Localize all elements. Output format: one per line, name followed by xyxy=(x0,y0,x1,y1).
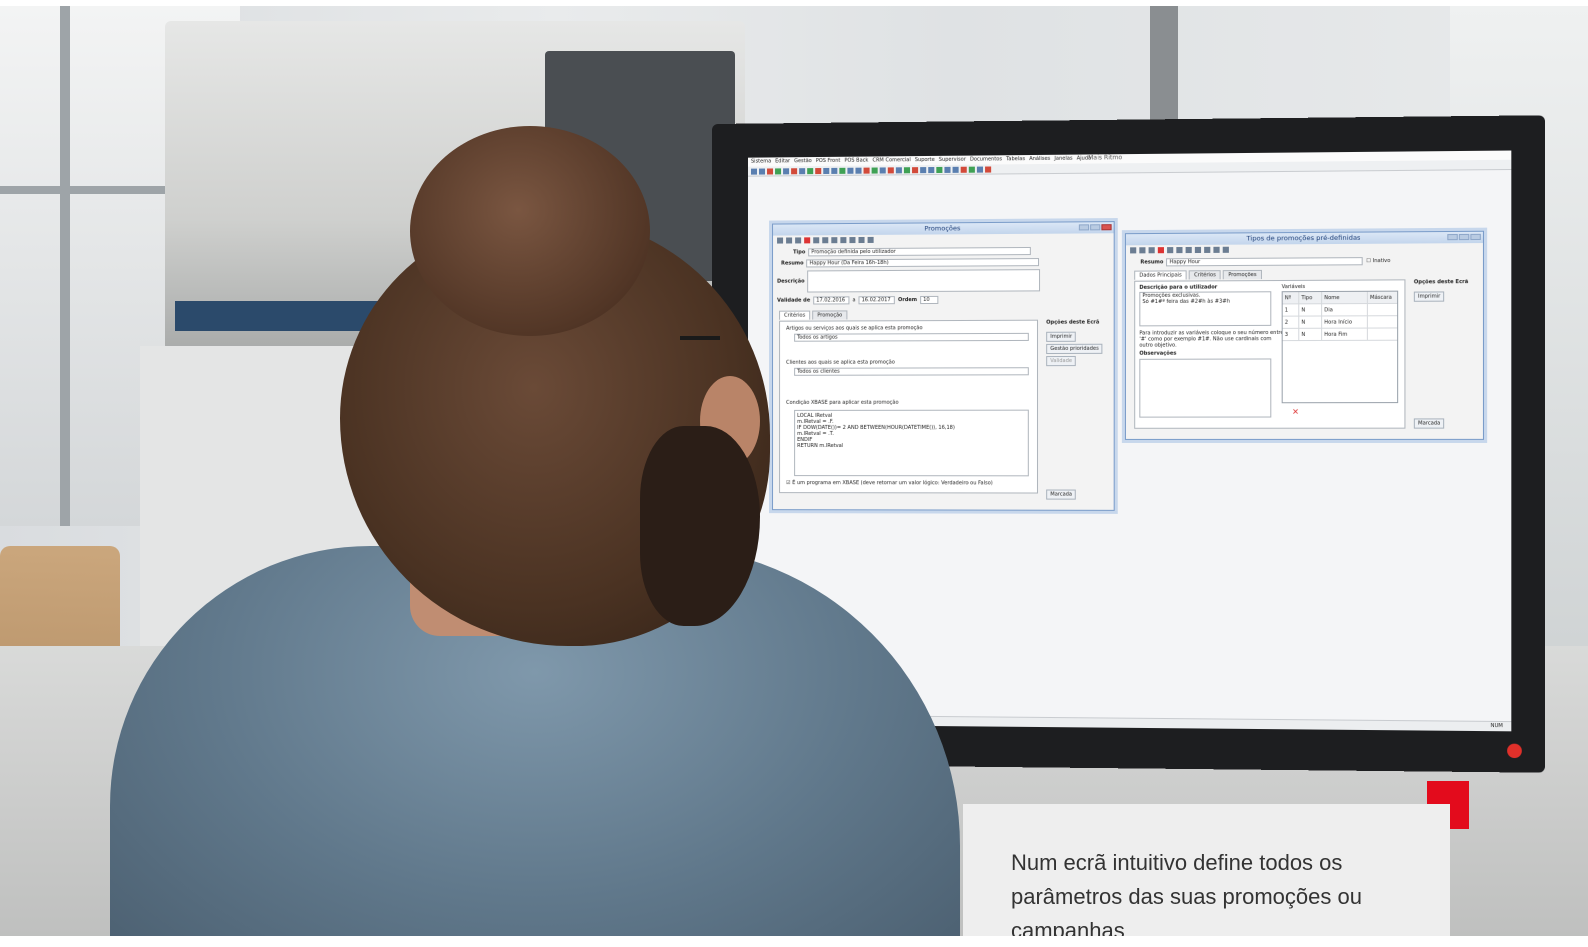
tipos-tabs: Dados Principais Critérios Promoções xyxy=(1134,269,1262,280)
power-led-icon xyxy=(1507,743,1522,759)
person xyxy=(80,126,980,936)
grid-header: Nº Tipo Nome Máscara xyxy=(1282,291,1398,305)
variaveis-help: Para introduzir as variáveis coloque o s… xyxy=(1139,329,1284,349)
tab-promocoes[interactable]: Promoções xyxy=(1223,269,1262,280)
dados-principais-panel: Descrição para o utilizador Promoções ex… xyxy=(1134,279,1406,429)
copy-icon[interactable] xyxy=(1148,247,1155,254)
refresh-icon[interactable] xyxy=(1222,246,1229,253)
close-icon[interactable] xyxy=(1470,233,1481,241)
window-title: Tipos de promoções pré-definidas xyxy=(1125,231,1483,246)
minimize-icon[interactable] xyxy=(1447,233,1458,241)
marcada-button[interactable]: Marcada xyxy=(1046,489,1077,500)
observacoes-label: Observações xyxy=(1139,350,1177,357)
list-icon[interactable] xyxy=(1167,247,1174,254)
table-row[interactable]: 3 N Hora Fim xyxy=(1282,328,1398,342)
close-icon[interactable] xyxy=(1101,224,1112,231)
descricao-label: Descrição para o utilizador xyxy=(1139,284,1218,291)
print-icon[interactable] xyxy=(1176,247,1183,254)
imprimir-button[interactable]: Imprimir xyxy=(1413,291,1445,302)
resumo-label: Resumo xyxy=(1140,259,1164,266)
prev-icon[interactable] xyxy=(1194,246,1202,254)
delete-row-icon[interactable]: ✕ xyxy=(1292,407,1299,416)
maximize-icon[interactable] xyxy=(1090,224,1101,231)
menu-item[interactable]: Análises xyxy=(1029,156,1050,163)
menu-item[interactable]: Tabelas xyxy=(1006,156,1025,163)
observacoes-textarea[interactable] xyxy=(1139,358,1272,418)
tipos-promocoes-window: Tipos de promoções pré-definidas Resumo … xyxy=(1124,230,1485,440)
resumo-input[interactable]: Happy Hour xyxy=(1166,257,1364,267)
bottom-strip xyxy=(0,936,1588,947)
num-lock-indicator: NUM xyxy=(1490,722,1503,730)
caption-text: Num ecrã intuitivo define todos os parâm… xyxy=(1011,850,1362,937)
toolbar-icon[interactable] xyxy=(985,166,992,173)
caption-card: Num ecrã intuitivo define todos os parâm… xyxy=(963,804,1450,937)
app-title: Mais Ritmo xyxy=(1088,154,1123,162)
first-icon[interactable] xyxy=(1185,246,1192,254)
variaveis-grid: Nº Tipo Nome Máscara 1 N Dia 2 N Hora In… xyxy=(1281,290,1399,404)
next-icon[interactable] xyxy=(1204,246,1211,253)
opcoes-label: Opções deste Ecrã xyxy=(1046,319,1100,326)
table-row[interactable]: 1 N Dia xyxy=(1282,303,1398,317)
validade-button[interactable]: Validade xyxy=(1046,355,1077,367)
maximize-icon[interactable] xyxy=(1458,233,1470,241)
variaveis-label: Variáveis xyxy=(1281,283,1306,291)
descricao-textarea[interactable]: Promoções exclusivas. Só #1#ª feira das … xyxy=(1139,291,1272,327)
tab-dados-principais[interactable]: Dados Principais xyxy=(1134,270,1187,280)
minimize-icon[interactable] xyxy=(1078,224,1090,231)
person-glasses xyxy=(680,336,720,340)
tab-criterios[interactable]: Critérios xyxy=(1188,270,1222,280)
new-icon[interactable] xyxy=(1139,247,1146,254)
delete-icon[interactable] xyxy=(1157,247,1164,254)
background-column xyxy=(1150,6,1178,136)
gestao-prioridades-button[interactable]: Gestão prioridades xyxy=(1046,343,1103,355)
opcoes-label: Opções deste Ecrã xyxy=(1413,279,1469,286)
person-hair-bun xyxy=(410,126,650,336)
help-icon[interactable] xyxy=(1213,246,1220,253)
marcada-button[interactable]: Marcada xyxy=(1413,418,1445,429)
menu-item[interactable]: Janelas xyxy=(1054,156,1072,163)
table-row[interactable]: 2 N Hora Início xyxy=(1282,316,1398,329)
office-photo: Sistema Editar Gestão POS Front POS Back… xyxy=(0,6,1588,936)
search-icon[interactable] xyxy=(1130,247,1137,254)
inativo-checkbox[interactable]: ☐ Inativo xyxy=(1366,258,1390,264)
imprimir-button[interactable]: Imprimir xyxy=(1046,331,1077,342)
resumo-row: Resumo Happy Hour ☐ Inativo xyxy=(1140,257,1390,267)
